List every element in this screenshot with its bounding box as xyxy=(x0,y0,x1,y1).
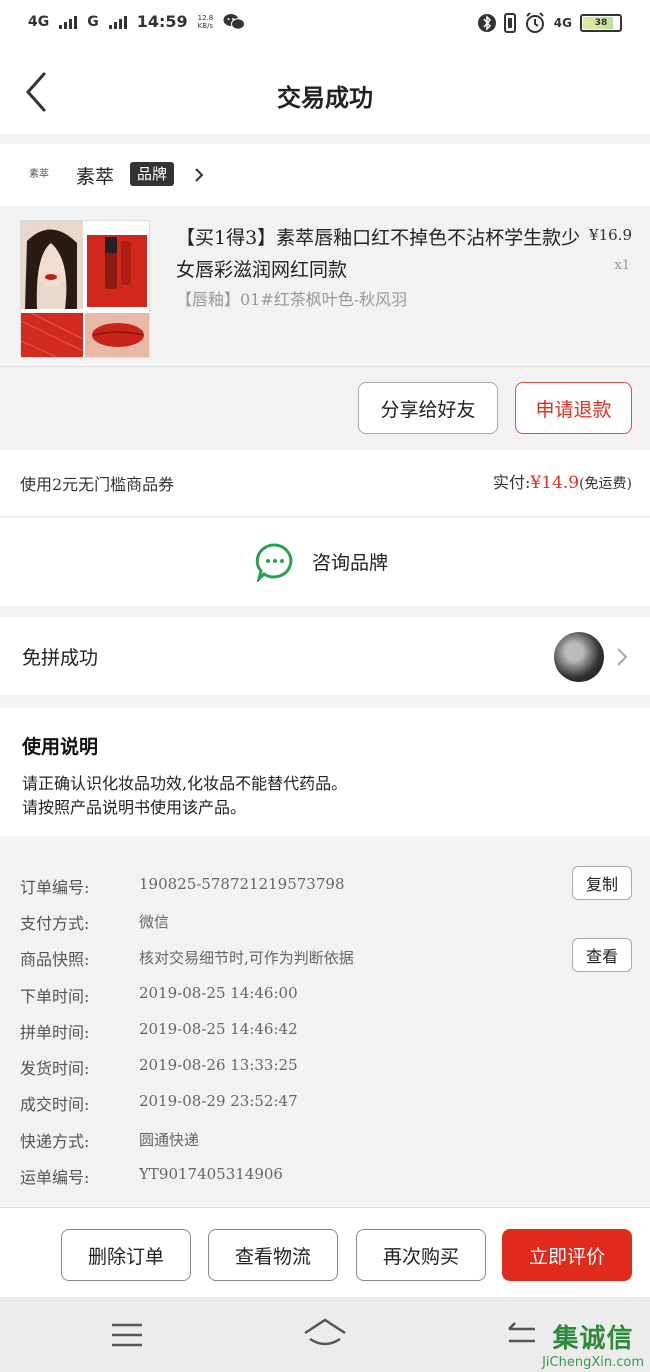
snapshot-note: 核对交易细节时,可作为判断依据 xyxy=(139,949,354,967)
info-label: 成交时间: xyxy=(20,1095,90,1114)
paid-amount: 实付:¥14.9(免运费) xyxy=(493,469,632,493)
watermark: 集诚信 JiChengXin.com xyxy=(542,1318,644,1370)
info-label: 拼单时间: xyxy=(20,1023,90,1042)
order-info: 订单编号: 190825-578721219573798 复制 支付方式: 微信… xyxy=(0,852,650,1207)
clock: 14:59 xyxy=(136,12,188,31)
bluetooth-icon xyxy=(477,14,496,32)
chat-icon xyxy=(255,543,293,582)
watermark-logo: 集诚信 xyxy=(552,1324,634,1354)
alarm-icon xyxy=(525,12,544,33)
network-speed: 12.8 KB/s xyxy=(198,14,214,30)
review-button[interactable]: 立即评价 xyxy=(502,1229,632,1281)
home-icon[interactable] xyxy=(302,1317,348,1351)
speed-unit: KB/s xyxy=(197,21,214,30)
info-label: 运单编号: xyxy=(20,1168,90,1187)
info-label: 商品快照: xyxy=(20,950,90,969)
refund-button[interactable]: 申请退款 xyxy=(515,382,632,434)
page-title: 交易成功 xyxy=(277,84,373,112)
info-label: 支付方式: xyxy=(20,914,90,933)
usage-line-2: 请按照产品说明书使用该产品。 xyxy=(22,798,247,817)
avatar xyxy=(554,632,604,682)
usage-line-1: 请正确认识化妆品功效,化妆品不能替代药品。 xyxy=(22,774,348,793)
group-status-row[interactable]: 免拼成功 xyxy=(0,617,650,695)
consult-brand-button[interactable]: 咨询品牌 xyxy=(0,518,650,606)
status-bar: 4G G 14:59 12.8 KB/s 4G 38 xyxy=(0,0,650,52)
chevron-right-icon xyxy=(195,168,204,182)
brand-row[interactable]: 素萃 素萃 品牌 xyxy=(0,144,650,206)
signal-4g-label: 4G xyxy=(28,13,50,30)
info-label: 发货时间: xyxy=(20,1059,90,1078)
status-left: 4G G 14:59 12.8 KB/s xyxy=(28,12,246,31)
group-status-label: 免拼成功 xyxy=(22,647,99,669)
product-spec: 【唇釉】01#红茶枫叶色-秋风羽 xyxy=(176,290,408,309)
info-label: 下单时间: xyxy=(20,987,90,1006)
share-button[interactable]: 分享给好友 xyxy=(358,382,498,434)
buy-again-button[interactable]: 再次购买 xyxy=(356,1229,486,1281)
complete-time: 2019-08-29 23:52:47 xyxy=(139,1092,298,1110)
battery-icon: 38 xyxy=(580,14,622,32)
vibrate-icon xyxy=(503,13,516,33)
order-time: 2019-08-25 14:46:00 xyxy=(139,984,298,1002)
delete-order-button[interactable]: 删除订单 xyxy=(61,1229,191,1281)
usage-title: 使用说明 xyxy=(22,736,99,758)
shipping-note: (免运费) xyxy=(579,476,632,492)
view-snapshot-button[interactable]: 查看 xyxy=(572,938,632,972)
speed-value: 12.8 xyxy=(197,13,214,22)
product-title[interactable]: 【买1得3】素萃唇釉口红不掉色不沾杯学生款少女唇彩滋润网红同款 xyxy=(176,222,581,286)
chevron-right-icon xyxy=(617,648,628,666)
signal-g-label: G xyxy=(87,13,99,30)
paid-value: ¥14.9 xyxy=(530,473,580,493)
copy-button[interactable]: 复制 xyxy=(572,866,632,900)
tracking-number: YT9017405314906 xyxy=(139,1165,283,1183)
order-number: 190825-578721219573798 xyxy=(139,875,345,893)
signal-icon xyxy=(59,15,78,29)
wechat-icon xyxy=(223,13,246,30)
brand-badge: 品牌 xyxy=(130,162,175,186)
battery-level: 38 xyxy=(594,18,608,28)
view-logistics-button[interactable]: 查看物流 xyxy=(208,1229,338,1281)
ship-time: 2019-08-26 13:33:25 xyxy=(139,1056,298,1074)
product-price: ¥16.9 xyxy=(589,226,632,244)
info-label: 订单编号: xyxy=(20,878,90,897)
consult-brand-label: 咨询品牌 xyxy=(312,552,389,574)
watermark-url: JiChengXin.com xyxy=(542,1355,644,1370)
paid-label: 实付: xyxy=(492,473,531,492)
signal-icon xyxy=(108,15,127,29)
product-thumbnail[interactable] xyxy=(20,220,150,358)
usage-section: 使用说明 请正确认识化妆品功效,化妆品不能替代药品。 请按照产品说明书使用该产品… xyxy=(0,708,650,836)
coupon-text: 使用2元无门槛商品券 xyxy=(20,475,175,494)
info-label: 快递方式: xyxy=(20,1132,90,1151)
menu-icon[interactable] xyxy=(110,1321,144,1349)
payment-method: 微信 xyxy=(139,913,170,931)
network-4g-label: 4G xyxy=(553,16,572,30)
courier: 圆通快递 xyxy=(139,1131,200,1149)
order-actions: 分享给好友 申请退款 xyxy=(0,366,650,448)
product-image xyxy=(21,221,149,357)
brand-name: 素萃 xyxy=(76,166,115,188)
product-quantity: x1 xyxy=(614,258,630,273)
back-nav-icon[interactable] xyxy=(505,1321,539,1349)
product-card[interactable]: 【买1得3】素萃唇釉口红不掉色不沾杯学生款少女唇彩滋润网红同款 【唇釉】01#红… xyxy=(0,208,650,366)
payment-row: 使用2元无门槛商品券 实付:¥14.9(免运费) xyxy=(0,450,650,516)
brand-logo: 素萃 xyxy=(29,169,49,180)
group-time: 2019-08-25 14:46:42 xyxy=(139,1020,298,1038)
bottom-action-bar: 删除订单 查看物流 再次购买 立即评价 xyxy=(0,1207,650,1297)
status-right: 4G 38 xyxy=(477,12,622,34)
header: 交易成功 xyxy=(0,52,650,134)
